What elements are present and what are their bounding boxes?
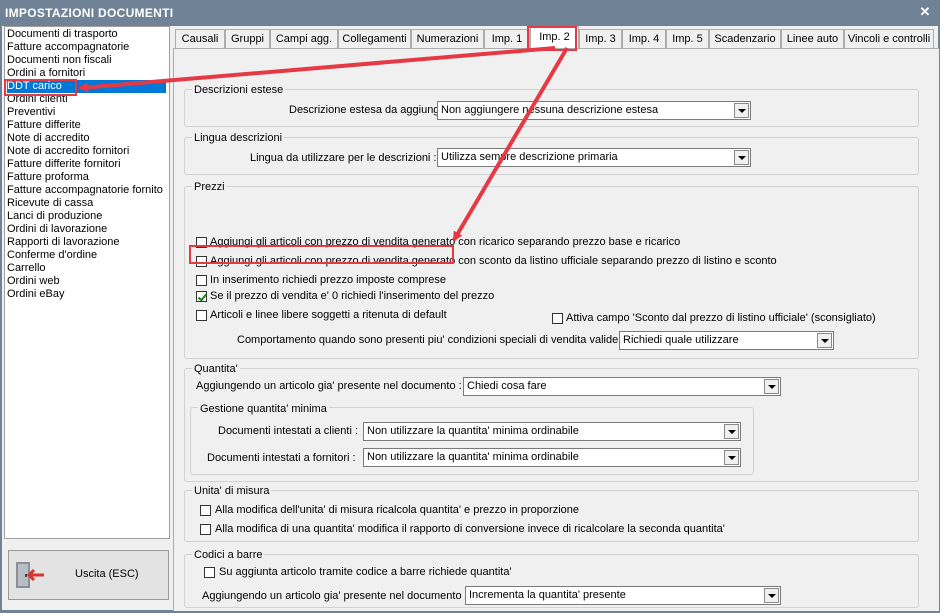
tab-numerazioni[interactable]: Numerazioni (411, 29, 484, 49)
cb-rapporto-conversione[interactable] (200, 524, 211, 535)
tab-imp-2[interactable]: Imp. 2 (530, 26, 579, 50)
clienti-label: Documenti intestati a clienti : (218, 425, 359, 437)
group-title-unita: Unita' di misura (192, 485, 272, 497)
lingua-label: Lingua da utilizzare per le descrizioni … (250, 152, 437, 164)
doc-list-item[interactable]: Note di accredito fornitori (7, 145, 166, 158)
doc-list-item[interactable]: Rapporti di lavorazione (7, 236, 166, 249)
doc-list-item[interactable]: Fatture differite fornitori (7, 158, 166, 171)
cb-sconto-prezzo-listino[interactable] (552, 313, 563, 324)
chevron-down-icon[interactable] (764, 379, 779, 394)
exit-button[interactable]: Uscita (ESC) (8, 550, 169, 600)
cb-ritenuta-label: Articoli e linee libere soggetti a riten… (210, 309, 447, 321)
chevron-down-icon[interactable] (724, 424, 739, 439)
doc-list-item[interactable]: Conferme d'ordine (7, 249, 166, 262)
cb-sconto-prezzo-listino-label: Attiva campo 'Sconto dal prezzo di listi… (566, 312, 876, 324)
condizioni-speciali-label: Comportamento quando sono presenti piu' … (237, 334, 625, 346)
cb-barcode-quantita[interactable] (204, 567, 215, 578)
tab-imp-3[interactable]: Imp. 3 (579, 29, 622, 49)
cb-prezzo-zero-label: Se il prezzo di vendita e' 0 richiedi l'… (210, 290, 495, 302)
doc-list-item[interactable]: Carrello (7, 262, 166, 275)
descrizione-estesa-value: Non aggiungere nessuna descrizione estes… (441, 104, 659, 116)
chevron-down-icon[interactable] (724, 450, 739, 465)
group-title-prezzi: Prezzi (192, 181, 227, 193)
window-title: IMPOSTAZIONI DOCUMENTI (5, 6, 174, 20)
doc-list-item[interactable]: Preventivi (7, 106, 166, 119)
doc-list-item[interactable]: Documenti non fiscali (7, 54, 166, 67)
cb-ricalcola-quantita-label: Alla modifica dell'unita' di misura rica… (215, 504, 579, 516)
quantita-select[interactable]: Chiedi cosa fare (463, 377, 781, 396)
condizioni-speciali-value: Richiedi quale utilizzare (623, 334, 739, 346)
doc-list-item[interactable]: Ricevute di cassa (7, 197, 166, 210)
doc-list-item[interactable]: Ordini clienti (7, 93, 166, 106)
fornitori-label: Documenti intestati a fornitori : (207, 452, 356, 464)
tab-collegamenti[interactable]: Collegamenti (338, 29, 411, 49)
cb-ricarico-label: Aggiungi gli articoli con prezzo di vend… (210, 236, 681, 248)
group-title-descrizioni-estese: Descrizioni estese (192, 84, 286, 96)
tab-vincoli-e-controlli[interactable]: Vincoli e controlli (844, 29, 934, 49)
lingua-select[interactable]: Utilizza sempre descrizione primaria (437, 148, 751, 167)
tab-imp-4[interactable]: Imp. 4 (622, 29, 666, 49)
clienti-select[interactable]: Non utilizzare la quantita' minima ordin… (363, 422, 741, 441)
doc-list-item[interactable]: Lanci di produzione (7, 210, 166, 223)
quantita-label: Aggiungendo un articolo gia' presente ne… (196, 380, 462, 392)
doc-list-item[interactable]: Fatture accompagnatorie fornito (7, 184, 166, 197)
cb-imposte-comprese[interactable] (196, 275, 207, 286)
chevron-down-icon[interactable] (734, 150, 749, 165)
doc-list-item[interactable]: Fatture proforma (7, 171, 166, 184)
group-title-codici: Codici a barre (192, 549, 265, 561)
chevron-down-icon[interactable] (734, 103, 749, 118)
condizioni-speciali-select[interactable]: Richiedi quale utilizzare (619, 331, 834, 350)
chevron-down-icon[interactable] (764, 588, 779, 603)
cb-ricalcola-quantita[interactable] (200, 505, 211, 516)
document-type-list[interactable]: Documenti di trasporto Fatture accompagna… (4, 26, 170, 539)
cb-imposte-comprese-label: In inserimento richiedi prezzo imposte c… (210, 274, 446, 286)
cb-ritenuta[interactable] (196, 310, 207, 321)
group-title-lingua: Lingua descrizioni (192, 132, 285, 144)
codici-label: Aggiungendo un articolo gia' presente ne… (202, 590, 468, 602)
codici-value: Incrementa la quantita' presente (469, 589, 626, 601)
close-icon[interactable]: ✕ (918, 5, 932, 19)
descrizione-estesa-select[interactable]: Non aggiungere nessuna descrizione estes… (437, 101, 751, 120)
cb-sconto-listino[interactable] (196, 256, 207, 267)
tab-gruppi[interactable]: Gruppi (225, 29, 270, 49)
cb-barcode-quantita-label: Su aggiunta articolo tramite codice a ba… (219, 566, 512, 578)
quantita-value: Chiedi cosa fare (467, 380, 547, 392)
doc-list-item[interactable]: Note di accredito (7, 132, 166, 145)
doc-list-item[interactable]: Ordini eBay (7, 288, 166, 301)
group-title-quantita: Quantita' (192, 363, 240, 375)
doc-list-item[interactable]: Fatture differite (7, 119, 166, 132)
window-client-area: Documenti di trasporto Fatture accompagna… (2, 26, 939, 611)
fornitori-select[interactable]: Non utilizzare la quantita' minima ordin… (363, 448, 741, 467)
doc-list-item[interactable]: Ordini a fornitori (7, 67, 166, 80)
cb-sconto-listino-label: Aggiungi gli articoli con prezzo di vend… (210, 255, 777, 267)
cb-rapporto-conversione-label: Alla modifica di una quantita' modifica … (215, 523, 725, 535)
doc-list-item[interactable]: DDT carico (7, 80, 166, 93)
descrizione-estesa-label: Descrizione estesa da aggiungere : (289, 104, 462, 116)
group-title-quantita-minima: Gestione quantita' minima (198, 403, 329, 415)
tab-linee-auto[interactable]: Linee auto (781, 29, 844, 49)
doc-list-item[interactable]: Documenti di trasporto (7, 28, 166, 41)
tab-panel-imp2: Descrizioni estese Descrizione estesa da… (173, 48, 939, 611)
lingua-value: Utilizza sempre descrizione primaria (441, 151, 618, 163)
doc-list-item[interactable]: Ordini web (7, 275, 166, 288)
tab-scadenzario[interactable]: Scadenzario (709, 29, 781, 49)
doc-list-item[interactable]: Ordini di lavorazione (7, 223, 166, 236)
chevron-down-icon[interactable] (817, 333, 832, 348)
title-bar[interactable]: IMPOSTAZIONI DOCUMENTI ✕ (0, 0, 940, 26)
codici-select[interactable]: Incrementa la quantita' presente (465, 586, 781, 605)
exit-door-icon (16, 562, 44, 588)
tab-campi-agg[interactable]: Campi agg. (270, 29, 338, 49)
tab-imp-5[interactable]: Imp. 5 (666, 29, 709, 49)
clienti-value: Non utilizzare la quantita' minima ordin… (367, 425, 579, 437)
doc-list-item[interactable]: Fatture accompagnatorie (7, 41, 166, 54)
settings-window: IMPOSTAZIONI DOCUMENTI ✕ Documenti di tr… (0, 0, 940, 613)
cb-ricarico[interactable] (196, 237, 207, 248)
tab-causali[interactable]: Causali (175, 29, 225, 49)
fornitori-value: Non utilizzare la quantita' minima ordin… (367, 451, 579, 463)
exit-button-label: Uscita (ESC) (75, 568, 139, 580)
tab-imp-1[interactable]: Imp. 1 (484, 29, 530, 49)
cb-prezzo-zero[interactable] (196, 291, 207, 302)
